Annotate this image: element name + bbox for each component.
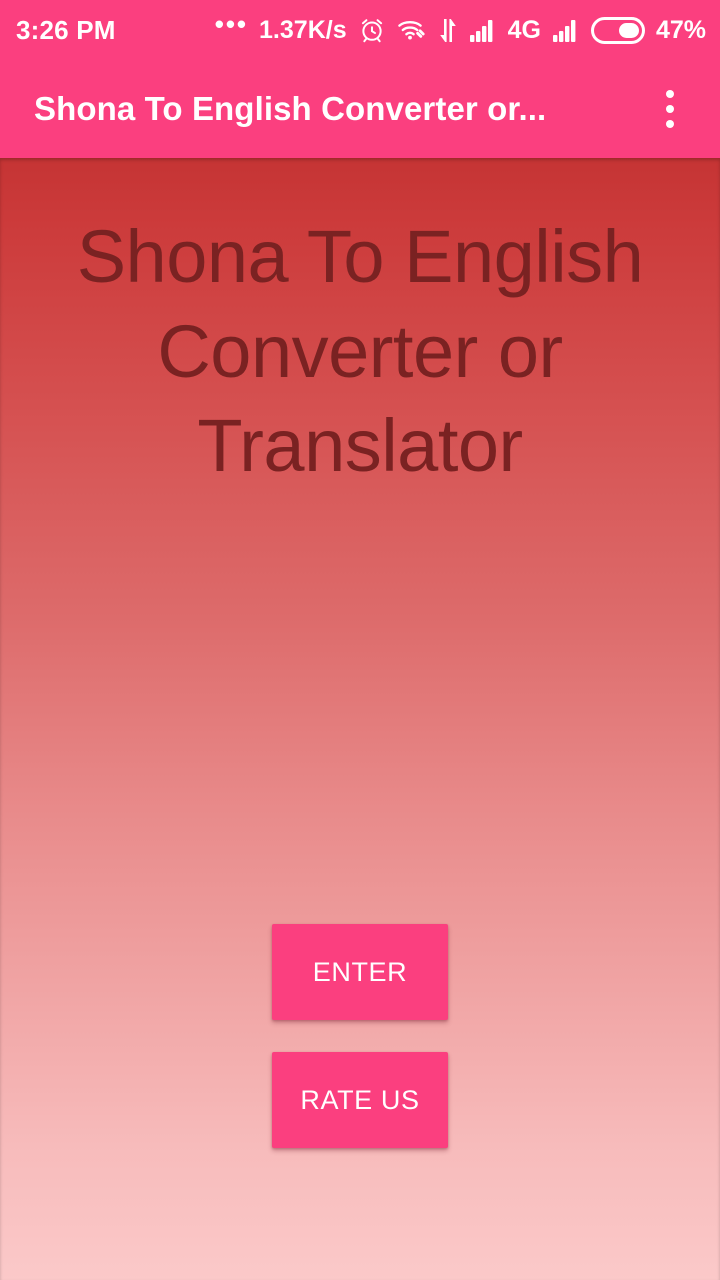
signal-bars-icon: [552, 18, 580, 43]
button-stack: ENTER RATE US: [0, 924, 720, 1148]
battery-icon: [590, 16, 645, 44]
battery-fill: [619, 22, 639, 38]
main-content: Shona To English Converter or Translator…: [0, 158, 720, 1280]
signal-bars-icon: [469, 18, 497, 43]
phone-screen: 3:26 PM ••• 1.37K/s 4G 47% Shona To Engl…: [0, 0, 720, 1280]
overflow-dot: [666, 120, 674, 128]
battery-percent-label: 47%: [655, 15, 706, 44]
wifi-icon: [397, 17, 427, 43]
overflow-dot: [666, 90, 674, 98]
status-bar: 3:26 PM ••• 1.37K/s 4G 47%: [0, 0, 720, 60]
network-type-label: 4G: [507, 15, 541, 44]
enter-button[interactable]: ENTER: [272, 924, 448, 1020]
overflow-dot: [666, 105, 674, 113]
data-transfer-arrows-icon: [438, 17, 458, 44]
status-bar-clock: 3:26 PM: [16, 14, 116, 45]
headline-text: Shona To English Converter or Translator: [76, 215, 644, 488]
page-title: Shona To English Converter or...: [34, 90, 547, 127]
app-bar: Shona To English Converter or...: [0, 60, 720, 158]
network-speed-label: 1.37K/s: [259, 15, 347, 44]
status-overflow-dots-icon: •••: [214, 9, 249, 40]
overflow-menu-icon[interactable]: [642, 74, 698, 144]
status-bar-icons: ••• 1.37K/s 4G 47%: [215, 0, 706, 60]
rate-us-button[interactable]: RATE US: [272, 1052, 448, 1148]
alarm-clock-icon: [358, 16, 386, 44]
